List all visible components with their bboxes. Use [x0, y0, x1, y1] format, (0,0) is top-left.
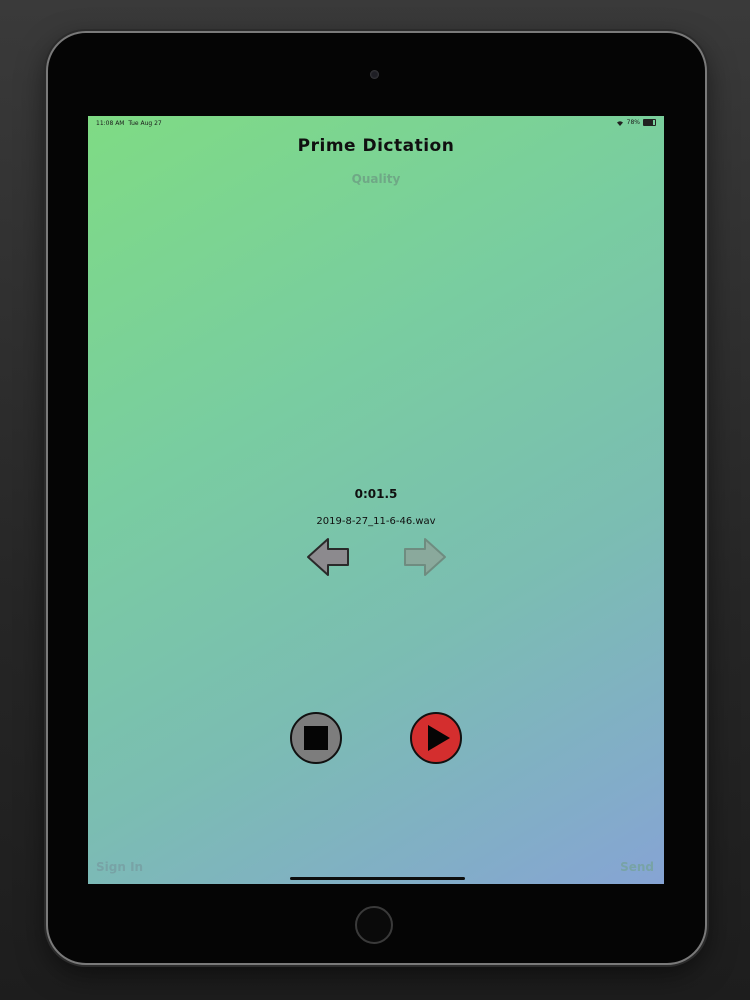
ipad-frame: 11:08 AM Tue Aug 27 78% Prime Dictation … [48, 33, 705, 963]
play-icon [428, 725, 450, 751]
status-indicators: 78% [616, 119, 656, 126]
wifi-icon [616, 120, 623, 126]
battery-icon [643, 119, 656, 126]
status-time: 11:08 AM Tue Aug 27 [96, 120, 162, 127]
battery-percent: 78% [626, 119, 640, 126]
status-bar: 11:08 AM Tue Aug 27 78% [88, 116, 664, 130]
stop-button[interactable] [290, 712, 342, 764]
recording-filename: 2019-8-27_11-6-46.wav [316, 516, 436, 527]
app-title: Prime Dictation [297, 136, 455, 156]
recording-duration: 0:01.5 [354, 487, 398, 501]
home-indicator[interactable] [290, 877, 465, 880]
battery-level-fill [644, 120, 653, 125]
status-clock: 11:08 AM [96, 120, 125, 127]
status-date: Tue Aug 27 [128, 120, 162, 127]
sign-in-button[interactable]: Sign In [96, 860, 143, 874]
quality-button[interactable]: Quality [88, 172, 664, 186]
left-arrow-icon [307, 538, 349, 576]
next-recording-button[interactable] [403, 536, 447, 578]
play-button[interactable] [410, 712, 462, 764]
home-button[interactable] [355, 906, 393, 944]
right-arrow-icon [404, 538, 446, 576]
send-button[interactable]: Send [620, 860, 654, 874]
previous-recording-button[interactable] [306, 536, 350, 578]
app-screen: 11:08 AM Tue Aug 27 78% Prime Dictation … [88, 116, 664, 884]
stop-icon [304, 726, 328, 750]
camera-dot [370, 70, 379, 79]
